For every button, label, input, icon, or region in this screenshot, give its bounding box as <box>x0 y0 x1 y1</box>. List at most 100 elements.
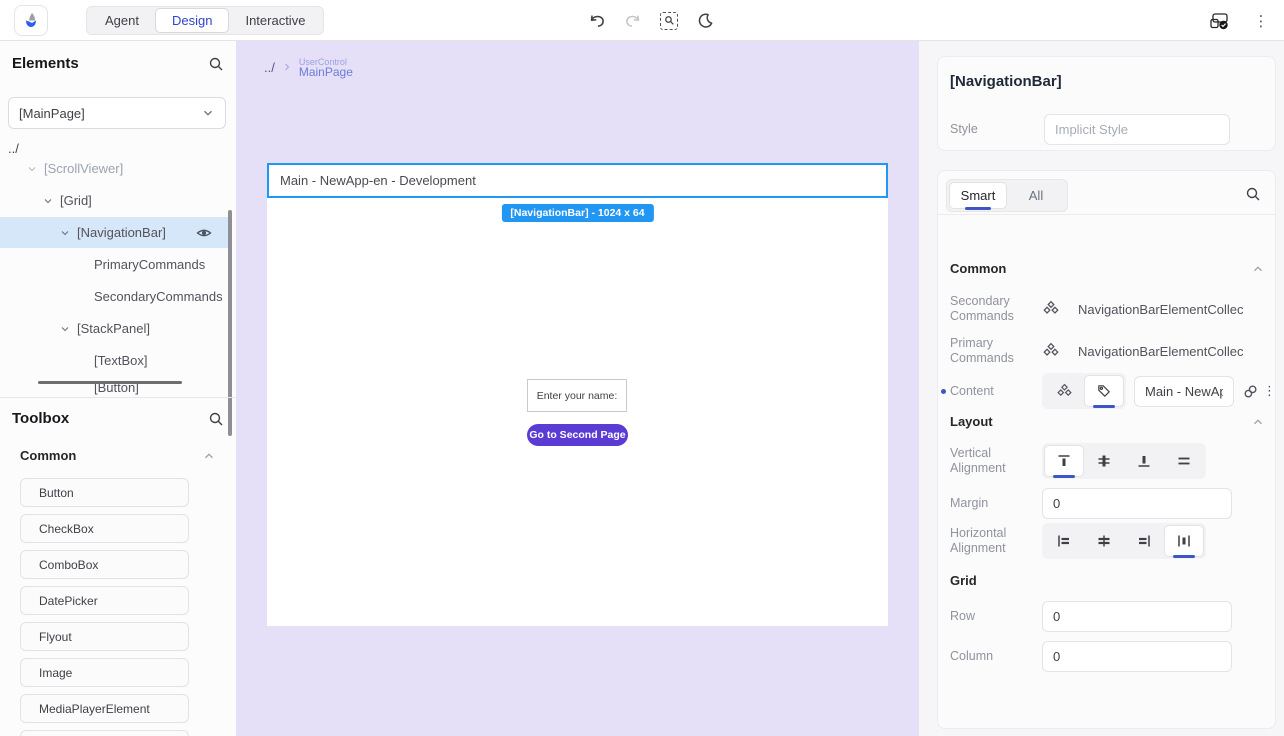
properties-panel: [NavigationBar] Style Smart All Common S… <box>919 41 1284 736</box>
app-logo[interactable] <box>14 5 48 36</box>
properties-search-icon[interactable] <box>1245 186 1261 202</box>
valign-center[interactable] <box>1084 445 1124 477</box>
tree-item-secondarycommands[interactable]: SecondaryCommands <box>0 281 230 312</box>
content-literal-mode[interactable] <box>1084 375 1124 407</box>
canvas-name-textbox[interactable]: Enter your name: <box>527 379 627 412</box>
toolbox-item-clipped[interactable] <box>20 730 189 736</box>
valign-top[interactable] <box>1044 445 1084 477</box>
secondary-commands-value[interactable]: NavigationBarElementCollec <box>1078 302 1248 317</box>
toolbox-item-checkbox[interactable]: CheckBox <box>20 514 189 543</box>
toolbox-item-mediaplayerelement[interactable]: MediaPlayerElement <box>20 694 189 723</box>
tag-icon <box>1096 383 1112 399</box>
content-value-input[interactable] <box>1134 376 1234 407</box>
align-hcenter-icon <box>1096 533 1112 549</box>
canvas-go-to-second-page-button[interactable]: Go to Second Page <box>527 424 628 446</box>
align-top-icon <box>1056 453 1072 469</box>
primary-commands-value[interactable]: NavigationBarElementCollec <box>1078 344 1248 359</box>
section-common[interactable]: Common <box>950 261 1265 276</box>
toolbox-item-flyout[interactable]: Flyout <box>20 622 189 651</box>
margin-input[interactable] <box>1042 488 1232 519</box>
properties-tab-group: Smart All <box>946 179 1068 212</box>
halign-center[interactable] <box>1084 525 1124 557</box>
properties-title: [NavigationBar] <box>950 73 1062 90</box>
tree-vertical-scrollbar[interactable] <box>228 210 232 436</box>
tab-agent[interactable]: Agent <box>89 8 155 33</box>
tab-smart[interactable]: Smart <box>949 182 1007 209</box>
toolbox-item-datepicker[interactable]: DatePicker <box>20 586 189 615</box>
style-input[interactable] <box>1044 114 1230 145</box>
collection-borrow-icon[interactable] <box>1042 300 1060 318</box>
design-surface[interactable]: Main - NewApp-en - Development [Navigati… <box>267 163 888 626</box>
tab-all[interactable]: All <box>1007 182 1065 209</box>
tree-item-textbox[interactable]: [TextBox] <box>0 345 230 376</box>
toolbox-section-common[interactable]: Common <box>20 448 216 463</box>
valign-bottom[interactable] <box>1124 445 1164 477</box>
redo-icon[interactable] <box>622 10 644 32</box>
valign-stretch[interactable] <box>1164 445 1204 477</box>
theme-moon-icon[interactable] <box>694 10 716 32</box>
content-row: Content <box>950 371 1265 411</box>
section-grid[interactable]: Grid <box>950 573 1265 588</box>
elements-panel-title: Elements <box>12 55 79 72</box>
window-tools: ⋮ <box>1208 0 1272 41</box>
binding-link-icon[interactable] <box>1242 383 1259 400</box>
toolbox-item-combobox[interactable]: ComboBox <box>20 550 189 579</box>
align-bottom-icon <box>1136 453 1152 469</box>
visibility-eye-icon[interactable] <box>196 225 212 241</box>
design-canvas[interactable]: ../ UserControl MainPage Main - NewApp-e… <box>236 41 919 736</box>
halign-right[interactable] <box>1124 525 1164 557</box>
undo-icon[interactable] <box>586 10 608 32</box>
grid-row-label: Row <box>950 609 1042 624</box>
toolbox-panel-title: Toolbox <box>12 410 69 427</box>
collection-borrow-icon[interactable] <box>1042 342 1060 360</box>
grid-column-input[interactable] <box>1042 641 1232 672</box>
left-panel: Elements [MainPage] ../ [ScrollViewer] [… <box>0 41 236 736</box>
vertical-alignment-toggle <box>1042 443 1206 479</box>
device-status-icon[interactable] <box>1208 10 1230 32</box>
tab-design[interactable]: Design <box>155 8 229 33</box>
selection-size-badge: [NavigationBar] - 1024 x 64 <box>501 204 653 222</box>
primary-commands-label: Primary Commands <box>950 336 1042 366</box>
content-label: Content <box>950 384 1042 399</box>
align-vstretch-icon <box>1176 453 1192 469</box>
align-hstretch-icon <box>1176 533 1192 549</box>
tree-item-stackpanel[interactable]: [StackPanel] <box>0 313 230 344</box>
align-vcenter-icon <box>1096 453 1112 469</box>
breadcrumb-page[interactable]: UserControl MainPage <box>299 57 353 77</box>
logo-icon <box>21 11 41 31</box>
content-more-icon[interactable]: ⋮ <box>1263 384 1276 399</box>
grid-row-input[interactable] <box>1042 601 1232 632</box>
toolbox-item-image[interactable]: Image <box>20 658 189 687</box>
horizontal-alignment-toggle <box>1042 523 1206 559</box>
tree-item-button[interactable]: [Button] <box>0 377 230 397</box>
more-menu-icon[interactable]: ⋮ <box>1250 10 1272 32</box>
toolbox-search-icon[interactable] <box>208 411 224 427</box>
navigationbar-element-selected[interactable]: Main - NewApp-en - Development <box>267 163 888 198</box>
app-window: Agent Design Interactive <box>0 0 1284 736</box>
tree-item-grid[interactable]: [Grid] <box>0 185 230 216</box>
section-layout[interactable]: Layout <box>950 414 1265 429</box>
halign-left[interactable] <box>1044 525 1084 557</box>
secondary-commands-row: Secondary Commands NavigationBarElementC… <box>950 287 1265 331</box>
tree-item-navigationbar[interactable]: [NavigationBar] <box>0 217 230 248</box>
content-borrow-mode[interactable] <box>1044 375 1084 407</box>
halign-stretch[interactable] <box>1164 525 1204 557</box>
tree-item-scrollviewer[interactable]: [ScrollViewer] <box>0 153 230 184</box>
root-element-selector[interactable]: [MainPage] <box>8 97 226 129</box>
grid-column-row: Column <box>950 638 1265 674</box>
primary-commands-row: Primary Commands NavigationBarElementCol… <box>950 329 1265 373</box>
style-label: Style <box>950 122 1044 137</box>
tab-interactive[interactable]: Interactive <box>229 8 321 33</box>
vertical-alignment-label: Vertical Alignment <box>950 446 1042 476</box>
toolbox-item-button[interactable]: Button <box>20 478 189 507</box>
mode-tab-group: Agent Design Interactive <box>86 6 324 35</box>
breadcrumb-root[interactable]: ../ <box>264 60 275 75</box>
root-element-selector-value: [MainPage] <box>19 106 85 121</box>
margin-row: Margin <box>950 485 1265 521</box>
elements-search-icon[interactable] <box>208 56 224 72</box>
zoom-selection-icon[interactable] <box>658 10 680 32</box>
grid-column-label: Column <box>950 649 1042 664</box>
breadcrumb: ../ UserControl MainPage <box>264 57 353 77</box>
tree-item-primarycommands[interactable]: PrimaryCommands <box>0 249 230 280</box>
tree-horizontal-scrollbar[interactable] <box>38 381 182 384</box>
